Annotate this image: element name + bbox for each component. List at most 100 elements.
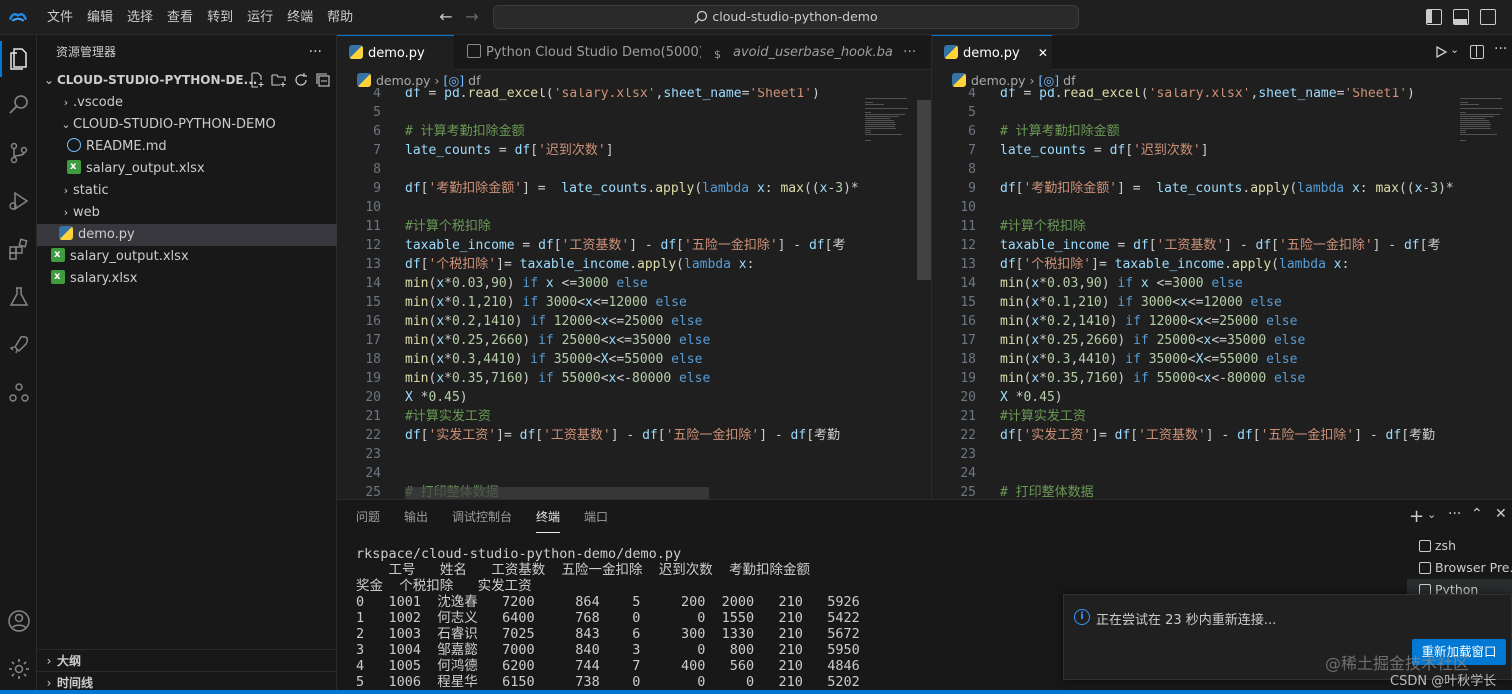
right-minimap[interactable] [1456, 92, 1512, 499]
breadcrumb-file[interactable]: demo.py [971, 73, 1026, 88]
tree-item[interactable]: README.md [37, 136, 337, 158]
code-line[interactable]: 18 min(x*0.3,4410) if 35000<X<=55000 else [932, 350, 1456, 369]
breadcrumb-symbol[interactable]: df [468, 73, 480, 88]
menu-item[interactable]: 帮助 [320, 0, 360, 35]
refresh-icon[interactable] [293, 72, 309, 88]
terminal-list-item[interactable]: zsh [1407, 535, 1512, 557]
code-line[interactable]: 16 min(x*0.2,1410) if 12000<x<=25000 else [337, 312, 861, 331]
menu-item[interactable]: 终端 [280, 0, 320, 35]
terminal-list-item[interactable]: Browser Pre... [1407, 557, 1512, 579]
tab-avoid-userbase-hook[interactable]: $ avoid_userbase_hook.bash [702, 35, 892, 70]
new-folder-icon[interactable] [271, 72, 287, 88]
cluster-icon[interactable] [0, 375, 37, 411]
more-actions-icon[interactable]: ··· [309, 35, 322, 70]
code-line[interactable]: 15 min(x*0.1,210) if 3000<x<=12000 else [337, 293, 861, 312]
left-editor-hscrollbar[interactable] [405, 487, 709, 499]
right-code-editor[interactable]: 4 df = pd.read_excel('salary.xlsx',sheet_… [932, 88, 1456, 499]
panel-tab[interactable]: 调试控制台 [452, 500, 512, 535]
code-line[interactable]: 22 df['实发工资']= df['工资基数'] - df['五险一金扣除'] … [337, 426, 861, 445]
account-icon[interactable] [0, 603, 37, 639]
code-line[interactable]: 14 min(x*0.03,90) if x <=3000 else [932, 274, 1456, 293]
forward-arrow-icon[interactable]: → [462, 7, 482, 27]
code-line[interactable]: 13 df['个税扣除']= taxable_income.apply(lambd… [337, 255, 861, 274]
rocket-icon[interactable] [0, 327, 37, 363]
left-editor-scrollbar[interactable] [917, 100, 931, 280]
menu-item[interactable]: 文件 [40, 0, 80, 35]
panel-tab[interactable]: 端口 [584, 500, 608, 535]
code-line[interactable]: 12 taxable_income = df['工资基数'] - df['五险一金… [337, 236, 861, 255]
code-line[interactable]: 4 df = pd.read_excel('salary.xlsx',sheet_… [932, 88, 1456, 103]
extensions-icon[interactable] [0, 231, 37, 267]
code-line[interactable]: 23 [932, 445, 1456, 464]
toggle-primary-sidebar-icon[interactable] [1426, 9, 1442, 25]
code-line[interactable]: 17 min(x*0.25,2660) if 25000<x<=35000 els… [337, 331, 861, 350]
code-line[interactable]: 10 [337, 198, 861, 217]
tab-demo-py[interactable]: demo.py [337, 35, 454, 70]
code-line[interactable]: 21 #计算实发工资 [337, 407, 861, 426]
code-line[interactable]: 5 [337, 103, 861, 122]
code-line[interactable]: 13 df['个税扣除']= taxable_income.apply(lambd… [932, 255, 1456, 274]
close-panel-icon[interactable]: ✕ [1495, 506, 1507, 522]
terminal-dropdown-chevron-icon[interactable]: ⌄ [1427, 508, 1436, 521]
search-icon[interactable] [0, 87, 37, 123]
panel-tab[interactable]: 终端 [536, 500, 561, 533]
tree-item[interactable]: › web [37, 202, 337, 224]
menu-item[interactable]: 转到 [200, 0, 240, 35]
panel-more-icon[interactable]: ··· [1448, 506, 1461, 522]
menu-item[interactable]: 运行 [240, 0, 280, 35]
outline-section[interactable]: › 大纲 [37, 649, 337, 671]
explorer-icon[interactable] [0, 41, 37, 77]
code-line[interactable]: 21 #计算实发工资 [932, 407, 1456, 426]
code-line[interactable]: 24 [337, 464, 861, 483]
panel-tab[interactable]: 输出 [404, 500, 428, 535]
code-line[interactable]: 9 df['考勤扣除金额'] = late_counts.apply(lambda… [932, 179, 1456, 198]
tab-python-cloud-studio-demo[interactable]: Python Cloud Studio Demo(5000) [455, 35, 701, 70]
code-line[interactable]: 24 [932, 464, 1456, 483]
toggle-secondary-sidebar-icon[interactable] [1480, 9, 1496, 25]
maximize-panel-chevron-up-icon[interactable]: ⌃ [1471, 506, 1483, 522]
breadcrumb-file[interactable]: demo.py [376, 73, 431, 88]
code-line[interactable]: 15 min(x*0.1,210) if 3000<x<=12000 else [932, 293, 1456, 312]
tab-demo-py-right[interactable]: demo.py ✕ [932, 35, 1052, 70]
menu-item[interactable]: 编辑 [80, 0, 120, 35]
code-line[interactable]: 9 df['考勤扣除金额'] = late_counts.apply(lambda… [337, 179, 861, 198]
code-line[interactable]: 16 min(x*0.2,1410) if 12000<x<=25000 else [932, 312, 1456, 331]
code-line[interactable]: 25 # 打印整体数据 [932, 483, 1456, 499]
workspace-root-header[interactable]: ⌄ CLOUD-STUDIO-PYTHON-DE... [37, 69, 337, 91]
code-line[interactable]: 11 #计算个税扣除 [337, 217, 861, 236]
left-code-editor[interactable]: 4 df = pd.read_excel('salary.xlsx',sheet_… [337, 88, 861, 499]
menu-item[interactable]: 选择 [120, 0, 160, 35]
code-line[interactable]: 19 min(x*0.35,7160) if 55000<x<-80000 els… [932, 369, 1456, 388]
code-line[interactable]: 20 X *0.45) [932, 388, 1456, 407]
new-file-icon[interactable] [249, 72, 265, 88]
tree-item[interactable]: ⌄ CLOUD-STUDIO-PYTHON-DEMO [37, 114, 337, 136]
back-arrow-icon[interactable]: ← [436, 7, 456, 27]
code-line[interactable]: 11 #计算个税扣除 [932, 217, 1456, 236]
split-editor-icon[interactable] [1470, 45, 1484, 59]
breadcrumb-symbol[interactable]: df [1063, 73, 1075, 88]
close-icon[interactable]: ✕ [1038, 46, 1048, 60]
code-line[interactable]: 14 min(x*0.03,90) if x <=3000 else [337, 274, 861, 293]
code-line[interactable]: 20 X *0.45) [337, 388, 861, 407]
run-play-icon[interactable] [1434, 45, 1448, 59]
code-line[interactable]: 7 late_counts = df['迟到次数'] [932, 141, 1456, 160]
panel-tab[interactable]: 问题 [356, 500, 380, 535]
code-line[interactable]: 5 [932, 103, 1456, 122]
code-line[interactable]: 6 # 计算考勤扣除金额 [932, 122, 1456, 141]
code-line[interactable]: 17 min(x*0.25,2660) if 25000<x<=35000 els… [932, 331, 1456, 350]
code-line[interactable]: 8 [337, 160, 861, 179]
testing-flask-icon[interactable] [0, 279, 37, 315]
toggle-panel-icon[interactable] [1453, 9, 1469, 25]
code-line[interactable]: 8 [932, 160, 1456, 179]
tree-item[interactable]: salary_output.xlsx [37, 244, 337, 268]
tabs-more-icon[interactable]: ··· [893, 35, 931, 70]
code-line[interactable]: 19 min(x*0.35,7160) if 55000<x<-80000 els… [337, 369, 861, 388]
menu-item[interactable]: 查看 [160, 0, 200, 35]
run-debug-icon[interactable] [0, 183, 37, 219]
editor-more-icon[interactable]: ··· [1494, 41, 1507, 57]
source-control-icon[interactable] [0, 135, 37, 171]
settings-gear-icon[interactable] [0, 651, 37, 687]
command-center[interactable]: cloud-studio-python-demo [493, 5, 1079, 29]
code-line[interactable]: 23 [337, 445, 861, 464]
code-line[interactable]: 18 min(x*0.3,4410) if 35000<X<=55000 else [337, 350, 861, 369]
